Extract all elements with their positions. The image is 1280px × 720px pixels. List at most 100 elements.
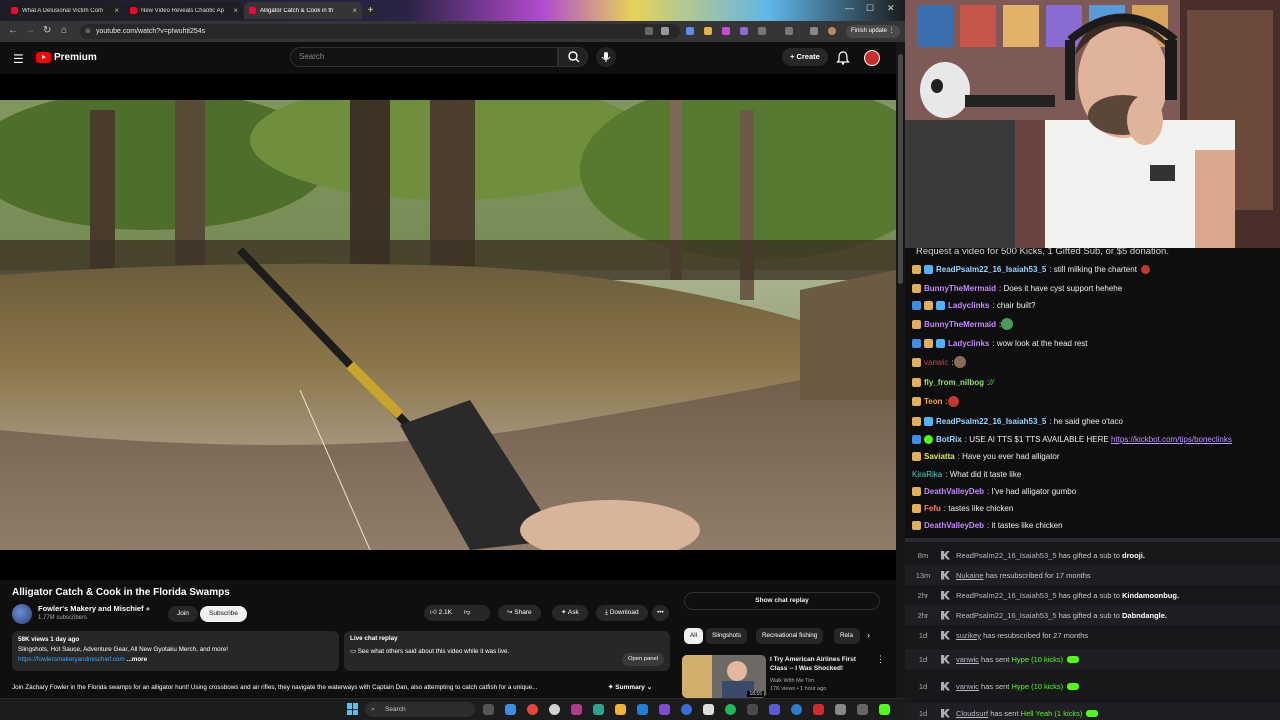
notifications-bell-icon[interactable] bbox=[836, 50, 850, 66]
app-icon[interactable] bbox=[505, 704, 516, 715]
cast-icon[interactable] bbox=[645, 27, 653, 35]
extension-icon[interactable] bbox=[704, 27, 712, 35]
event-user[interactable]: vanwic bbox=[956, 682, 979, 691]
close-tab-icon[interactable]: × bbox=[352, 6, 357, 15]
chat-username[interactable]: KiraRika bbox=[912, 470, 942, 479]
close-tab-icon[interactable]: × bbox=[233, 6, 238, 15]
voice-search-button[interactable] bbox=[596, 47, 616, 67]
spotify-icon[interactable] bbox=[725, 704, 736, 715]
chat-username[interactable]: BunnyTheMermaid bbox=[924, 284, 996, 293]
sidebar-icon[interactable] bbox=[785, 27, 793, 35]
home-icon[interactable]: ⌂ bbox=[61, 25, 67, 36]
chat-username[interactable]: ReadPsalm22_16_Isaiah53_5 bbox=[936, 265, 1046, 274]
chat-username[interactable]: Saviatta bbox=[924, 452, 955, 461]
chat-username[interactable]: Teon bbox=[924, 397, 943, 406]
more-link[interactable]: ...more bbox=[126, 656, 147, 663]
recommended-video-thumbnail[interactable]: 18:55 bbox=[682, 655, 766, 698]
file-explorer-icon[interactable] bbox=[615, 704, 626, 715]
search-input[interactable]: Search bbox=[290, 47, 558, 67]
task-view-icon[interactable] bbox=[483, 704, 494, 715]
maximize-icon[interactable]: ☐ bbox=[866, 3, 874, 14]
chat-link[interactable]: https://kickbot.com/tips/boneclinks bbox=[1111, 435, 1232, 444]
page-scrollbar[interactable] bbox=[896, 42, 905, 698]
site-info-icon[interactable]: ⊜ bbox=[85, 24, 91, 39]
windows-start-icon[interactable] bbox=[347, 703, 359, 715]
open-panel-button[interactable]: Open panel bbox=[622, 653, 664, 666]
app-icon[interactable] bbox=[549, 704, 560, 715]
app-icon[interactable] bbox=[637, 704, 648, 715]
chrome-icon[interactable] bbox=[527, 704, 538, 715]
subscribe-button[interactable]: Subscribe bbox=[200, 606, 247, 622]
browser-tab-3-active[interactable]: Alligator Catch & Cook in th × bbox=[244, 2, 362, 19]
menu-icon[interactable]: ☰ bbox=[13, 52, 24, 66]
finish-update-button[interactable]: Finish update ⋮ bbox=[846, 25, 900, 38]
chat-username[interactable]: Fefu bbox=[924, 504, 941, 513]
create-button[interactable]: + Create bbox=[782, 48, 828, 66]
video-player[interactable] bbox=[0, 74, 896, 580]
share-button[interactable]: ↪ Share bbox=[498, 605, 541, 621]
chat-username[interactable]: DeathValleyDeb bbox=[924, 521, 984, 530]
chevron-right-icon[interactable]: › bbox=[867, 630, 870, 640]
chat-username[interactable]: Ladyclinks bbox=[948, 339, 989, 348]
app-icon[interactable] bbox=[769, 704, 780, 715]
like-button[interactable]: 👍︎ 2.1K bbox=[430, 609, 452, 616]
account-avatar[interactable] bbox=[864, 50, 880, 66]
kick-icon[interactable] bbox=[879, 704, 890, 715]
chat-username[interactable]: fly_from_nilbog bbox=[924, 378, 984, 387]
back-icon[interactable]: ← bbox=[8, 25, 18, 36]
dislike-button[interactable]: 👎︎ bbox=[464, 609, 471, 616]
close-tab-icon[interactable]: × bbox=[114, 6, 119, 15]
close-window-icon[interactable]: ✕ bbox=[887, 3, 895, 14]
extension-icon[interactable] bbox=[740, 27, 748, 35]
app-icon[interactable] bbox=[703, 704, 714, 715]
event-user[interactable]: suzikey bbox=[956, 631, 981, 640]
chip-slingshots[interactable]: Slingshots bbox=[706, 628, 748, 644]
taskbar-search[interactable]: ⌕ Search bbox=[365, 702, 475, 717]
chat-username[interactable]: BotRix bbox=[936, 435, 962, 444]
join-button[interactable]: Join bbox=[168, 606, 198, 622]
search-button[interactable] bbox=[558, 47, 588, 67]
app-icon[interactable] bbox=[813, 704, 824, 715]
chat-username[interactable]: DeathValleyDeb bbox=[924, 487, 984, 496]
recommended-video-title[interactable]: I Try American Airlines First Class -- I… bbox=[770, 655, 870, 673]
chat-username[interactable]: ReadPsalm22_16_Isaiah53_5 bbox=[936, 417, 1046, 426]
extensions-puzzle-icon[interactable] bbox=[758, 27, 766, 35]
channel-name[interactable]: Fowler's Makery and Mischief ● bbox=[38, 604, 150, 613]
event-user[interactable]: ReadPsalm22_16_Isaiah53_5 bbox=[956, 591, 1057, 600]
browser-tab-1[interactable]: What A Delusional Victim Com × bbox=[6, 2, 124, 19]
more-vertical-icon[interactable]: ⋮ bbox=[876, 654, 885, 665]
app-icon[interactable] bbox=[791, 704, 802, 715]
ask-button[interactable]: ✦ Ask bbox=[552, 605, 588, 621]
chip-related[interactable]: Rela bbox=[834, 628, 860, 644]
chip-recreational-fishing[interactable]: Recreational fishing bbox=[756, 628, 824, 644]
description-box[interactable]: 58K views 1 day ago Slingshots, Hot Sauc… bbox=[12, 631, 339, 671]
app-icon[interactable] bbox=[835, 704, 846, 715]
url-field[interactable]: ⊜ youtube.com/watch?v=pIwuhti254s bbox=[80, 24, 680, 39]
app-icon[interactable] bbox=[659, 704, 670, 715]
chat-username[interactable]: BunnyTheMermaid bbox=[924, 320, 996, 329]
new-tab-button[interactable]: + bbox=[364, 4, 377, 17]
app-icon[interactable] bbox=[681, 704, 692, 715]
download-button[interactable]: ⤓ Download bbox=[596, 605, 648, 621]
description-link[interactable]: https://fowlersmakeryandmischief.com bbox=[18, 656, 125, 663]
profile-avatar[interactable] bbox=[828, 27, 836, 35]
bookmark-star-icon[interactable] bbox=[661, 27, 669, 35]
app-icon[interactable] bbox=[593, 704, 604, 715]
channel-avatar[interactable] bbox=[12, 604, 32, 624]
download-icon[interactable] bbox=[810, 27, 818, 35]
app-icon-active[interactable] bbox=[571, 704, 582, 715]
more-actions-button[interactable]: ••• bbox=[652, 605, 669, 621]
reload-icon[interactable]: ↻ bbox=[43, 25, 51, 36]
summary-button[interactable]: ✦ Summary ⌄ bbox=[608, 680, 652, 696]
event-user[interactable]: ReadPsalm22_16_Isaiah53_5 bbox=[956, 611, 1057, 620]
chat-username[interactable]: vanwic bbox=[924, 358, 948, 367]
chip-all[interactable]: All bbox=[684, 628, 703, 644]
show-chat-replay-button[interactable]: Show chat replay bbox=[684, 592, 880, 610]
minimize-icon[interactable]: — bbox=[845, 3, 854, 13]
extension-icon[interactable] bbox=[722, 27, 730, 35]
youtube-premium-logo[interactable]: Premium bbox=[36, 52, 97, 63]
app-icon[interactable] bbox=[857, 704, 868, 715]
event-user[interactable]: Nukaine bbox=[956, 571, 984, 580]
chat-username[interactable]: Ladyclinks bbox=[948, 301, 989, 310]
forward-icon[interactable]: → bbox=[25, 25, 35, 36]
